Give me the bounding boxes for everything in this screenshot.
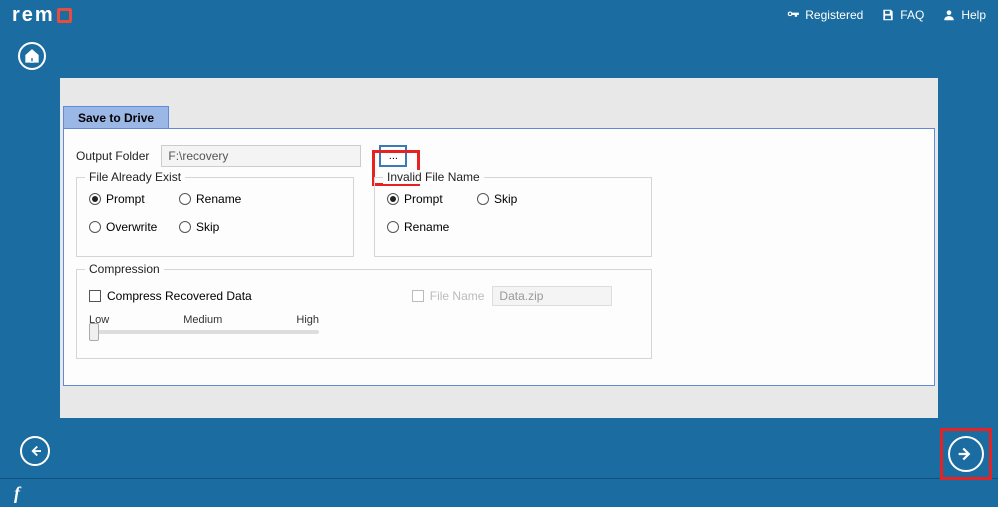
file-exist-rename-radio[interactable]: Rename — [179, 192, 269, 206]
compress-checkbox[interactable] — [89, 290, 101, 302]
filename-box: File Name — [412, 286, 613, 306]
forward-highlight-annotation — [940, 428, 992, 480]
file-exist-skip-radio[interactable]: Skip — [179, 220, 269, 234]
compress-label: Compress Recovered Data — [107, 289, 252, 303]
slider-labels: Low Medium High — [89, 314, 319, 326]
invalid-name-title: Invalid File Name — [383, 170, 484, 184]
file-exist-rename-label: Rename — [196, 192, 241, 206]
footer: f — [0, 478, 998, 507]
compression-title: Compression — [85, 262, 164, 276]
compression-group: Compression Compress Recovered Data File… — [76, 269, 652, 359]
save-icon — [881, 8, 895, 22]
output-folder-input[interactable] — [161, 145, 361, 167]
filename-checkbox — [412, 290, 424, 302]
invalid-name-rename-label: Rename — [404, 220, 449, 234]
file-exist-title: File Already Exist — [85, 170, 185, 184]
filename-label: File Name — [430, 289, 485, 303]
logo-text: rem — [12, 4, 55, 27]
registered-label: Registered — [805, 8, 863, 22]
registered-button[interactable]: Registered — [786, 8, 863, 22]
compression-slider[interactable] — [89, 330, 319, 334]
file-exist-prompt-label: Prompt — [106, 192, 145, 206]
main-area: Save to Drive Output Folder ... File Alr… — [0, 30, 998, 478]
home-button[interactable] — [18, 42, 46, 70]
option-groups-row: File Already Exist Prompt Rename Over — [76, 177, 922, 257]
app-logo: rem — [12, 4, 72, 27]
invalid-name-prompt-radio[interactable]: Prompt — [387, 192, 477, 206]
output-folder-row: Output Folder ... — [76, 145, 922, 167]
file-exist-prompt-radio[interactable]: Prompt — [89, 192, 179, 206]
logo-square-icon — [57, 8, 72, 23]
home-icon — [24, 48, 40, 64]
file-exist-skip-label: Skip — [196, 220, 219, 234]
facebook-icon[interactable]: f — [14, 483, 20, 504]
back-button[interactable] — [20, 436, 50, 466]
app-header: rem Registered FAQ Help — [0, 0, 998, 30]
tab-row: Save to Drive — [63, 106, 169, 130]
person-icon — [942, 8, 956, 22]
file-exist-group: File Already Exist Prompt Rename Over — [76, 177, 354, 257]
filename-input — [492, 286, 612, 306]
file-exist-overwrite-label: Overwrite — [106, 220, 157, 234]
file-exist-overwrite-radio[interactable]: Overwrite — [89, 220, 179, 234]
key-icon — [786, 8, 800, 22]
output-folder-label: Output Folder — [76, 149, 149, 163]
invalid-name-skip-radio[interactable]: Skip — [477, 192, 567, 206]
slider-medium-label: Medium — [183, 314, 222, 326]
tab-save-to-drive[interactable]: Save to Drive — [63, 106, 169, 130]
content-panel: Save to Drive Output Folder ... File Alr… — [60, 78, 938, 418]
slider-thumb[interactable] — [89, 323, 99, 341]
tab-content: Output Folder ... File Already Exist Pro… — [63, 128, 935, 386]
invalid-name-skip-label: Skip — [494, 192, 517, 206]
faq-button[interactable]: FAQ — [881, 8, 924, 22]
help-label: Help — [961, 8, 986, 22]
invalid-name-group: Invalid File Name Prompt Skip Rename — [374, 177, 652, 257]
slider-high-label: High — [296, 314, 319, 326]
faq-label: FAQ — [900, 8, 924, 22]
invalid-name-prompt-label: Prompt — [404, 192, 443, 206]
help-button[interactable]: Help — [942, 8, 986, 22]
arrow-left-icon — [26, 442, 44, 460]
invalid-name-rename-radio[interactable]: Rename — [387, 220, 477, 234]
